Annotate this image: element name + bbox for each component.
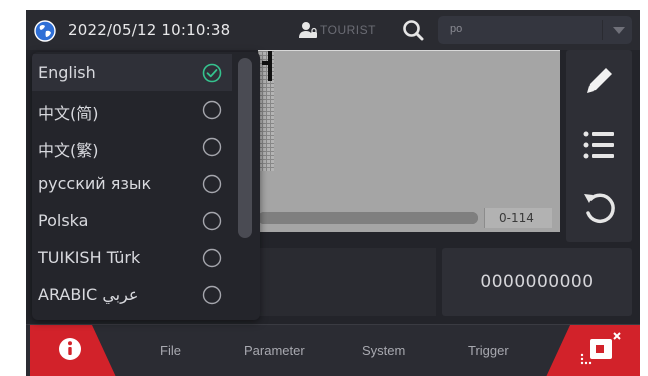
select-divider xyxy=(602,20,603,40)
language-menu: English 中文(简) 中文(繁) русский язык Polska … xyxy=(32,52,260,320)
preview-dot-glyph-bar xyxy=(262,61,270,65)
preview-range-label: 0-114 xyxy=(499,211,534,225)
radio-circle-icon xyxy=(202,137,222,157)
preview-scroll-thumb[interactable] xyxy=(258,212,478,224)
radio-circle-icon xyxy=(202,100,222,120)
language-option-english[interactable]: English xyxy=(32,54,232,91)
datetime-display: 2022/05/12 10:10:38 xyxy=(68,21,231,39)
nav-file[interactable]: File xyxy=(160,343,181,358)
check-circle-icon xyxy=(202,63,222,83)
language-option-label: TUIKISH Türk xyxy=(38,248,141,267)
chevron-down-icon[interactable] xyxy=(613,27,625,34)
info-tab[interactable] xyxy=(30,325,116,376)
radio-circle-icon xyxy=(202,174,222,194)
radio-circle-icon xyxy=(202,248,222,268)
message-select-value: po xyxy=(450,23,463,35)
language-menu-scrollbar[interactable] xyxy=(238,58,252,238)
message-select[interactable]: po xyxy=(438,16,632,44)
language-option-turkish[interactable]: TUIKISH Türk xyxy=(32,239,232,276)
globe-icon[interactable] xyxy=(34,20,56,42)
search-icon[interactable] xyxy=(402,19,424,41)
language-option-label: Polska xyxy=(38,211,89,230)
language-option-label: ARABIC عربي xyxy=(38,285,139,304)
language-option-label: 中文(繁) xyxy=(38,141,99,160)
language-option-chinese-simplified[interactable]: 中文(简) xyxy=(32,91,232,128)
nav-parameter[interactable]: Parameter xyxy=(244,343,305,358)
preview-dot-glyph xyxy=(268,51,272,81)
language-option-chinese-traditional[interactable]: 中文(繁) xyxy=(32,128,232,165)
language-option-label: 中文(简) xyxy=(38,104,99,123)
language-option-label: English xyxy=(38,63,96,82)
user-lock-icon[interactable] xyxy=(298,21,318,39)
language-option-polish[interactable]: Polska xyxy=(32,202,232,239)
alarm-tab[interactable] xyxy=(546,325,640,376)
radio-circle-icon xyxy=(202,211,222,231)
radio-circle-icon xyxy=(202,285,222,305)
language-option-label: русский язык xyxy=(38,174,152,193)
counter-value: 0000000000 xyxy=(480,272,594,292)
nav-system[interactable]: System xyxy=(362,343,405,358)
tool-column xyxy=(566,50,632,242)
user-role-label[interactable]: TOURIST xyxy=(320,23,376,37)
language-option-arabic[interactable]: ARABIC عربي xyxy=(32,276,232,313)
print-preview-canvas[interactable]: 0-114 xyxy=(258,50,560,232)
language-option-russian[interactable]: русский язык xyxy=(32,165,232,202)
status-panel xyxy=(258,248,436,316)
nav-trigger[interactable]: Trigger xyxy=(468,343,509,358)
preview-range-box: 0-114 xyxy=(484,208,552,228)
counter-panel: 0000000000 xyxy=(442,248,632,316)
top-bar: 2022/05/12 10:10:38 TOURIST po xyxy=(26,10,640,50)
list-icon[interactable] xyxy=(574,120,624,170)
app-screen: 2022/05/12 10:10:38 TOURIST po 0-114 000… xyxy=(26,10,640,376)
undo-icon[interactable] xyxy=(574,182,624,232)
pencil-icon[interactable] xyxy=(574,56,624,106)
bottom-nav: File Parameter System Trigger xyxy=(26,324,640,376)
